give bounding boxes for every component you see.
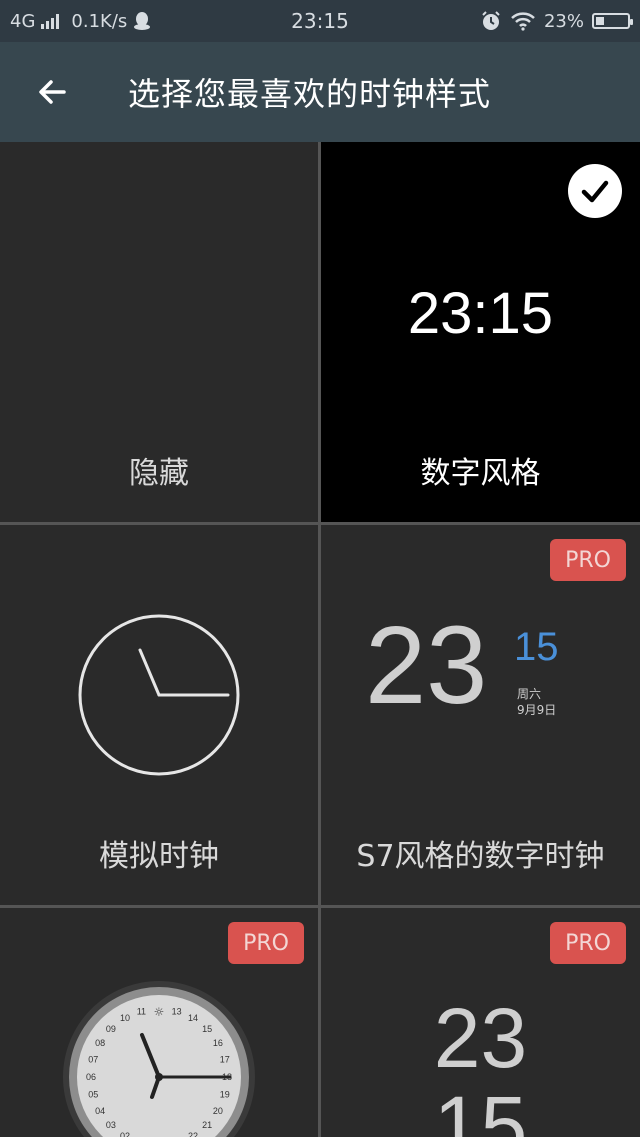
signal-icon	[41, 13, 60, 29]
network-speed: 0.1K/s	[71, 10, 128, 32]
style-option-analog[interactable]: 模拟时钟	[0, 525, 318, 905]
dial-number: 21	[202, 1120, 212, 1130]
dial-number: 11	[137, 1006, 146, 1016]
style-option-hidden[interactable]: 隐藏	[0, 142, 318, 522]
dial-number: 20	[213, 1106, 223, 1116]
wifi-icon	[510, 11, 536, 31]
style-option-digital[interactable]: 23:15 数字风格	[321, 142, 640, 522]
dial-number: 17	[220, 1054, 230, 1064]
alarm-icon	[480, 10, 502, 32]
dial-number: 19	[220, 1090, 230, 1100]
dial-number: 02	[120, 1131, 130, 1137]
stacked-hour: 23	[433, 991, 528, 1085]
style-option-stacked-digital[interactable]: PRO 23 15	[321, 908, 640, 1137]
clock-style-grid: 隐藏 23:15 数字风格 模拟时钟 PRO 23 15 周六 9月9日 S7风…	[0, 142, 640, 1137]
digital-clock-preview: 23:15	[407, 281, 554, 346]
s7-minute: 15	[514, 625, 559, 669]
s7-hour: 23	[365, 604, 488, 727]
page-title: 选择您最喜欢的时钟样式	[128, 75, 492, 113]
qq-icon	[133, 11, 151, 31]
pro-badge: PRO	[550, 922, 626, 964]
pro-badge: PRO	[228, 922, 304, 964]
dial-number: 15	[202, 1024, 212, 1034]
s7-weekday: 周六	[517, 687, 542, 701]
dial-number: 03	[106, 1120, 116, 1130]
stacked-minute: 15	[433, 1079, 528, 1137]
dial-number: 07	[88, 1054, 98, 1064]
status-left: 4G 0.1K/s	[10, 0, 151, 42]
status-right: 23%	[480, 0, 633, 42]
dial-number: 22	[188, 1131, 198, 1137]
status-bar: 4G 0.1K/s 23:15 23%	[0, 0, 640, 42]
battery-icon	[592, 13, 633, 29]
dial-number: 13	[172, 1006, 182, 1016]
dial-number: 06	[86, 1072, 96, 1082]
dial-number: 10	[120, 1013, 130, 1023]
s7-date: 9月9日	[517, 703, 557, 717]
dial-number: 08	[95, 1038, 105, 1048]
battery-percent: 23%	[543, 10, 584, 32]
app-bar: 选择您最喜欢的时钟样式	[0, 42, 640, 142]
selected-check-icon	[568, 164, 622, 218]
analog-dial-icon: 0102030405060708091011131415161718192021…	[62, 980, 256, 1137]
style-label: 模拟时钟	[99, 839, 219, 874]
analog-clock-icon	[78, 614, 240, 780]
dial-number: 09	[106, 1024, 116, 1034]
dial-number: 14	[188, 1013, 198, 1023]
style-label: S7风格的数字时钟	[356, 839, 605, 874]
pro-badge: PRO	[550, 539, 626, 581]
style-option-s7-digital[interactable]: PRO 23 15 周六 9月9日 S7风格的数字时钟	[321, 525, 640, 905]
style-option-24h-analog[interactable]: PRO 010203040506070809101113141516171819…	[0, 908, 318, 1137]
arrow-left-icon	[36, 76, 68, 108]
style-label: 隐藏	[129, 456, 189, 491]
dial-number: 05	[88, 1090, 98, 1100]
back-button[interactable]	[24, 64, 80, 120]
sun-icon: ☼	[154, 1005, 165, 1019]
network-type: 4G	[10, 10, 36, 32]
dial-number: 16	[213, 1038, 223, 1048]
dial-number: 04	[95, 1106, 105, 1116]
style-label: 数字风格	[420, 456, 541, 491]
